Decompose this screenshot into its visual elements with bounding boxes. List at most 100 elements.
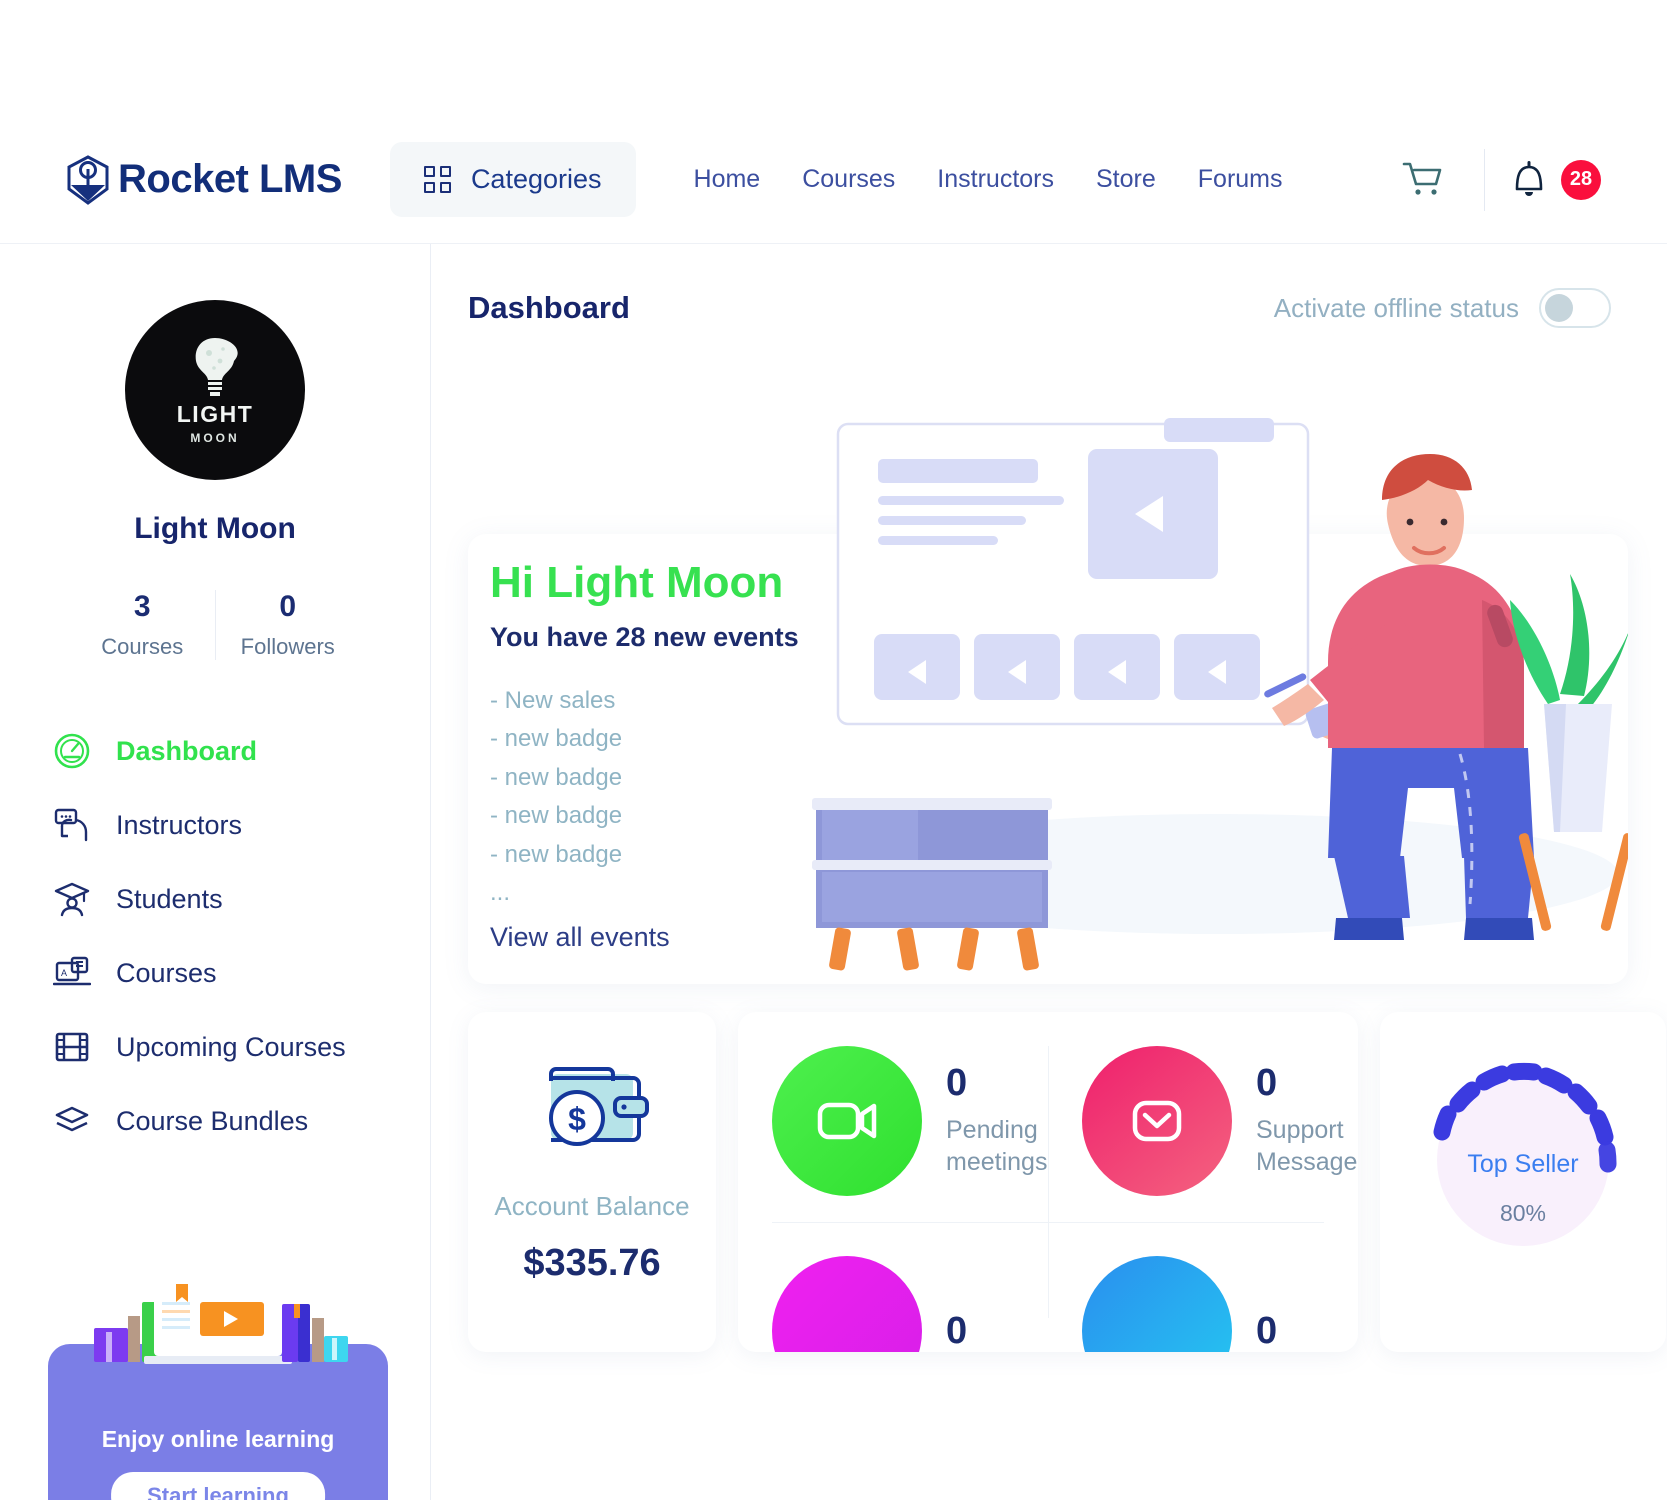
magenta-icon: [772, 1256, 922, 1352]
video-camera-icon: [772, 1046, 922, 1196]
brand-logo[interactable]: Rocket LMS: [66, 154, 342, 205]
sidebar-item-dashboard[interactable]: Dashboard: [52, 714, 430, 788]
cart-button[interactable]: [1388, 145, 1458, 215]
tile-third[interactable]: 0: [772, 1256, 967, 1352]
grid-icon: [423, 166, 451, 193]
tile-third-value: 0: [946, 1310, 968, 1352]
stat-followers-value: 0: [279, 590, 297, 623]
main-content: Dashboard Activate offline status Hi Lig…: [430, 244, 1667, 1500]
envelope-icon: [1082, 1046, 1232, 1196]
categories-button[interactable]: Categories: [389, 142, 636, 217]
speedometer-icon: [52, 731, 92, 771]
promo-title: Enjoy online learning: [101, 1426, 335, 1452]
svg-text:$: $: [568, 1101, 586, 1137]
sidebar-item-courses-label: Courses: [116, 957, 217, 988]
lightbulb-moon-icon: [195, 338, 238, 396]
notifications-button[interactable]: 28: [1511, 159, 1601, 201]
stat-courses[interactable]: 3 Courses: [70, 590, 215, 660]
view-all-events-link[interactable]: View all events: [490, 922, 670, 953]
hero-greeting: Hi Light Moon: [490, 558, 784, 607]
list-item: - new badge: [490, 725, 623, 753]
profile-stats: 3 Courses 0 Followers: [0, 590, 430, 660]
page-body: LIGHT MOON Light Moon 3 Courses 0 Follow…: [0, 244, 1667, 1500]
support-messages-label: Support Messages: [1256, 1115, 1358, 1177]
notification-badge: 28: [1561, 159, 1601, 200]
stat-courses-label: Courses: [101, 634, 184, 659]
stats-card-row: $ Account Balance $335.76 0 Pending meet…: [468, 1012, 1666, 1352]
bundle-icon: [52, 1101, 92, 1141]
tile-fourth[interactable]: 0: [1082, 1256, 1277, 1352]
shopping-cart-icon: [1402, 162, 1442, 195]
pending-meetings-tile[interactable]: 0 Pending meetings: [772, 1046, 1076, 1196]
sidebar-item-course-bundles[interactable]: Course Bundles: [52, 1084, 430, 1158]
main-header: Dashboard Activate offline status: [430, 244, 1667, 328]
sidebar-item-course-bundles-label: Course Bundles: [116, 1105, 309, 1136]
support-messages-tile[interactable]: 0 Support Messages: [1082, 1046, 1358, 1196]
brand-name: Rocket LMS: [118, 157, 342, 201]
bell-icon: [1515, 160, 1543, 196]
account-balance-card[interactable]: $ Account Balance $335.76: [468, 1012, 716, 1352]
online-learning-illustration: [94, 1284, 348, 1364]
sidebar-item-upcoming-courses-label: Upcoming Courses: [116, 1031, 346, 1062]
sidebar-item-courses[interactable]: A Courses: [52, 936, 430, 1010]
sidebar-item-instructors[interactable]: Instructors: [52, 788, 430, 862]
promo-card[interactable]: Enjoy online learning Start learning: [48, 1284, 388, 1500]
toggle-knob: [1545, 294, 1573, 322]
stat-courses-value: 3: [133, 590, 151, 623]
sidebar-menu: Dashboard Instructors Students A Courses…: [0, 714, 430, 1158]
graduate-icon: [52, 879, 92, 919]
top-navigation-bar: Rocket LMS Categories Home Courses Instr…: [0, 116, 1667, 244]
sidebar-item-students[interactable]: Students: [52, 862, 430, 936]
nav-link-instructors[interactable]: Instructors: [937, 165, 1054, 194]
tile-fourth-value: 0: [1256, 1310, 1278, 1352]
app-root: Rocket LMS Categories Home Courses Instr…: [0, 0, 1667, 1500]
stat-followers[interactable]: 0 Followers: [214, 590, 361, 660]
list-item: - new badge: [490, 802, 623, 830]
wallet-dollar-icon: $: [549, 1067, 649, 1146]
sidebar: LIGHT MOON Light Moon 3 Courses 0 Follow…: [0, 244, 430, 1500]
list-item: - new badge: [490, 763, 623, 791]
list-item: - New sales: [490, 687, 616, 714]
welcome-hero-card: Hi Light Moon You have 28 new events - N…: [468, 418, 1628, 984]
nav-link-home[interactable]: Home: [694, 165, 761, 194]
gauge-label: Top Seller: [1467, 1150, 1579, 1178]
instructor-head-icon: [52, 805, 92, 845]
offline-status-control: Activate offline status: [1274, 288, 1611, 328]
hero-subtitle: You have 28 new events: [490, 622, 799, 652]
nav-link-courses[interactable]: Courses: [802, 165, 895, 194]
list-item: ...: [490, 878, 511, 906]
categories-label: Categories: [470, 164, 602, 194]
top-seller-gauge-card: Top Seller 80%: [1380, 1012, 1666, 1352]
nav-link-store[interactable]: Store: [1096, 165, 1156, 194]
sidebar-item-upcoming-courses[interactable]: Upcoming Courses: [52, 1010, 430, 1084]
list-item: - new badge: [490, 840, 623, 868]
nav-actions: 28: [1388, 145, 1667, 215]
pending-meetings-label: Pending meetings: [946, 1115, 1048, 1177]
support-messages-value: 0: [1256, 1061, 1278, 1104]
gauge-percent: 80%: [1499, 1200, 1547, 1226]
film-strip-icon: [52, 1027, 92, 1067]
teacher-presentation-illustration: [812, 418, 1628, 971]
profile-name: Light Moon: [134, 512, 296, 545]
start-learning-button[interactable]: Start learning: [111, 1472, 325, 1500]
stat-followers-label: Followers: [240, 634, 335, 659]
primary-nav: Home Courses Instructors Store Forums: [694, 165, 1283, 194]
tile-horizontal-divider: [772, 1222, 1324, 1223]
avatar[interactable]: LIGHT MOON: [125, 300, 305, 480]
avatar-text-line1: LIGHT: [176, 401, 254, 427]
laptop-course-icon: A: [52, 953, 92, 993]
hero-event-list: - New sales - new badge - new badge - ne…: [490, 682, 622, 912]
svg-text:A: A: [61, 968, 67, 978]
rocket-shield-icon: [67, 154, 109, 205]
page-title: Dashboard: [468, 290, 630, 325]
offline-status-toggle[interactable]: [1539, 288, 1611, 328]
account-balance-label: Account Balance: [494, 1191, 690, 1221]
sidebar-item-students-label: Students: [116, 883, 223, 914]
pending-meetings-value: 0: [946, 1061, 968, 1104]
nav-divider: [1484, 148, 1485, 211]
account-balance-amount: $335.76: [523, 1241, 661, 1284]
sidebar-item-instructors-label: Instructors: [116, 809, 243, 840]
nav-link-forums[interactable]: Forums: [1198, 165, 1283, 194]
activity-tiles-card: 0 Pending meetings 0 Support Message 0 0: [738, 1012, 1358, 1352]
offline-status-label: Activate offline status: [1273, 292, 1519, 323]
